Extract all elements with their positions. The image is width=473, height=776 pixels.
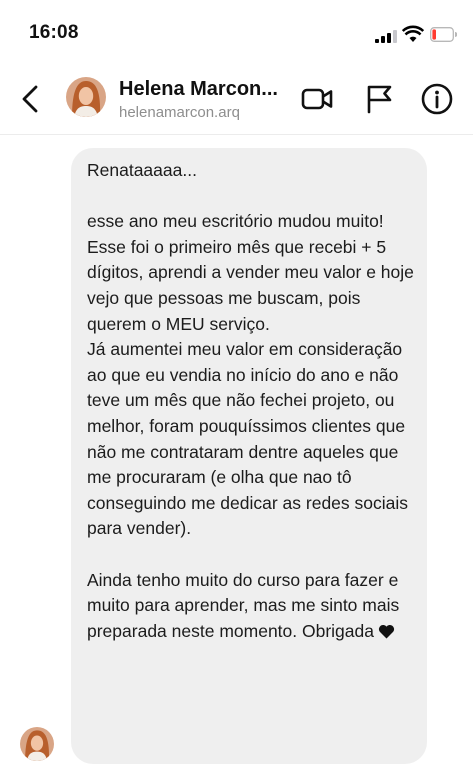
info-icon[interactable] xyxy=(420,82,454,116)
message-thread: Renataaaaa... esse ano meu escritório mu… xyxy=(0,135,473,776)
chat-header: Helena Marcon... helenamarcon.arq xyxy=(0,64,473,135)
heart-icon xyxy=(378,624,395,639)
contact-username: helenamarcon.arq xyxy=(119,104,240,121)
video-call-icon[interactable] xyxy=(300,82,334,116)
flag-icon[interactable] xyxy=(362,82,396,116)
battery-icon xyxy=(430,27,457,42)
back-icon[interactable] xyxy=(16,84,46,114)
contact-name[interactable]: Helena Marcon... xyxy=(119,78,278,101)
message-text: Renataaaaa... esse ano meu escritório mu… xyxy=(87,158,417,644)
status-bar: 16:08 xyxy=(0,0,473,64)
message-bubble[interactable]: Renataaaaa... esse ano meu escritório mu… xyxy=(71,148,427,764)
message-body: Renataaaaa... esse ano meu escritório mu… xyxy=(87,160,414,641)
avatar[interactable] xyxy=(66,77,106,117)
sender-avatar[interactable] xyxy=(20,727,54,761)
status-time: 16:08 xyxy=(29,22,79,43)
cellular-signal-icon xyxy=(375,29,397,43)
wifi-icon xyxy=(402,25,424,42)
